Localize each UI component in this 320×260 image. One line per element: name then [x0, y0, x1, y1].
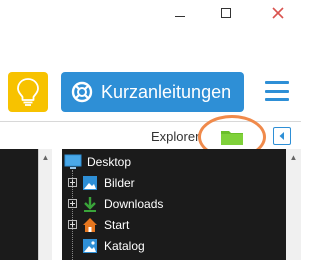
catalog-icon	[81, 237, 99, 255]
desktop-icon	[64, 153, 82, 171]
hamburger-menu-line	[265, 89, 289, 93]
left-scrollbar[interactable]: ▲	[38, 149, 52, 260]
maximize-icon	[221, 8, 231, 18]
quick-guides-button[interactable]: Kurzanleitungen	[61, 72, 244, 112]
folder-icon	[221, 131, 243, 145]
maximize-button[interactable]	[208, 0, 244, 26]
explorer-title: Explorer	[151, 129, 200, 144]
lightbulb-icon	[17, 78, 39, 106]
tree-item-label: Start	[104, 217, 130, 232]
toolbar: Kurzanleitungen	[0, 28, 301, 122]
pictures-icon	[81, 174, 99, 192]
collapse-panel-button[interactable]	[273, 127, 291, 145]
hamburger-menu-icon	[265, 81, 289, 84]
title-bar	[0, 0, 301, 28]
arrow-left-icon	[279, 132, 284, 140]
tree-item-label: Bilder	[104, 175, 135, 190]
minimize-button[interactable]	[162, 0, 198, 26]
tree-item-katalog[interactable]: Katalog	[68, 235, 145, 256]
tree-item-desktop[interactable]: Desktop	[64, 151, 131, 172]
hamburger-menu-line	[265, 98, 289, 101]
minimize-icon	[175, 15, 185, 17]
scroll-up-arrow-icon[interactable]: ▲	[286, 153, 301, 162]
lifebuoy-icon	[71, 81, 93, 103]
right-scrollbar[interactable]: ▲	[286, 149, 301, 260]
left-panel	[0, 149, 38, 260]
explorer-header: Explorer	[0, 123, 301, 149]
tips-button[interactable]	[8, 72, 48, 112]
explorer-tree: Desktop Bilder Downloads Start Katalog	[62, 149, 286, 260]
open-folder-button[interactable]	[220, 128, 244, 146]
home-icon	[81, 216, 99, 234]
tree-item-bilder[interactable]: Bilder	[68, 172, 135, 193]
expand-icon[interactable]	[68, 199, 77, 208]
pane-gap	[52, 149, 62, 260]
scroll-up-arrow-icon[interactable]: ▲	[39, 153, 52, 162]
tree-item-downloads[interactable]: Downloads	[68, 193, 163, 214]
hamburger-menu-button[interactable]	[262, 76, 292, 106]
tree-item-start[interactable]: Start	[68, 214, 129, 235]
close-icon	[272, 7, 284, 19]
tree-item-label: Desktop	[87, 154, 132, 169]
expand-icon[interactable]	[68, 220, 77, 229]
tree-item-label: Downloads	[104, 196, 164, 211]
close-button[interactable]	[255, 0, 301, 26]
tree-item-label: Katalog	[104, 238, 145, 253]
quick-guides-label: Kurzanleitungen	[101, 81, 232, 102]
downloads-icon	[81, 195, 99, 213]
expand-icon[interactable]	[68, 178, 77, 187]
